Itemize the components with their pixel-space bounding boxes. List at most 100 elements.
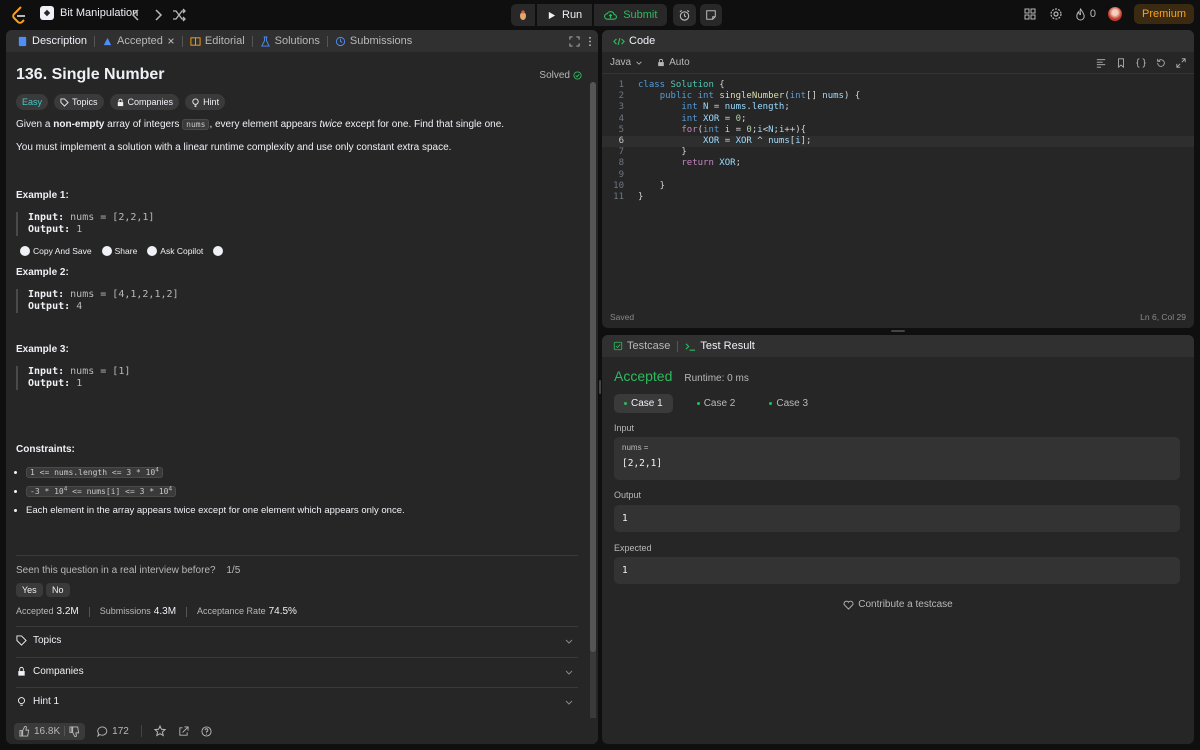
close-icon[interactable] <box>167 37 175 45</box>
submissions-stat-label: Submissions <box>99 606 151 616</box>
case-tab-3[interactable]: Case 3 <box>759 394 818 413</box>
tab-accepted-label: Accepted <box>117 35 163 47</box>
chevron-down-icon <box>635 59 643 67</box>
code-line: 9 <box>618 169 624 180</box>
tab-accepted[interactable]: Accepted <box>97 35 180 47</box>
book-icon <box>190 36 201 47</box>
prev-problem-chevron-left-icon[interactable] <box>128 7 144 23</box>
notes-button[interactable] <box>700 4 723 26</box>
problem-requirement: You must implement a solution with a lin… <box>16 142 452 153</box>
accepted-stat: Accepted 3.2M <box>16 606 79 617</box>
tab-code[interactable]: Code <box>608 35 660 47</box>
auto-mode-toggle[interactable]: Auto <box>657 57 690 68</box>
tab-solutions[interactable]: Solutions <box>255 35 325 47</box>
streak-counter[interactable]: 0 <box>1075 7 1096 21</box>
companies-chip-label: Companies <box>127 97 174 107</box>
code-line: 10 } <box>613 180 666 191</box>
copy-label: Copy And Save <box>33 246 92 256</box>
tab-testcase[interactable]: Testcase <box>608 340 675 352</box>
case-label: Case 3 <box>776 398 809 409</box>
leetcode-logo-icon[interactable] <box>10 5 30 25</box>
code-editor[interactable]: 1 class Solution { 2 public int singleNum… <box>602 76 1194 306</box>
run-button[interactable]: Run <box>537 4 593 26</box>
panel-resize-handle-vertical[interactable] <box>599 380 601 394</box>
desc-text: , every element appears <box>209 119 320 130</box>
submit-button[interactable]: Submit <box>594 4 668 26</box>
premium-button[interactable]: Premium <box>1133 4 1194 24</box>
example-input: nums = [4,1,2,1,2] <box>70 289 179 300</box>
output-label: Output: <box>28 301 71 312</box>
panel-resize-handle-horizontal[interactable] <box>891 330 905 332</box>
tab-submissions[interactable]: Submissions <box>330 35 417 47</box>
example-output: 1 <box>76 378 83 389</box>
next-problem-chevron-right-icon[interactable] <box>150 7 166 23</box>
copy-and-save-button[interactable]: Copy And Save <box>20 246 92 256</box>
yes-button[interactable]: Yes <box>16 583 43 597</box>
hint-chip-label: Hint <box>203 97 220 107</box>
topics-chip[interactable]: Topics <box>54 94 104 110</box>
external-link-icon[interactable] <box>178 725 189 737</box>
settings-gear-icon[interactable] <box>1049 7 1063 21</box>
thumbs-down-icon[interactable] <box>69 725 80 737</box>
bug-icon <box>517 9 529 21</box>
copilot-label: Ask Copilot <box>160 246 204 256</box>
ask-copilot-button[interactable]: Ask Copilot <box>147 246 203 256</box>
play-icon <box>547 11 556 20</box>
contribute-label: Contribute a testcase <box>858 599 953 610</box>
language-select[interactable]: Java <box>610 57 643 68</box>
code-line: 2 public int singleNumber(int[] nums) { <box>618 91 861 102</box>
example-input: nums = [2,2,1] <box>70 212 155 223</box>
random-problem-shuffle-icon[interactable] <box>171 7 187 23</box>
more-options-icon[interactable] <box>588 36 592 47</box>
constraint-code: 1 <= nums.length <= 3 * 10 <box>30 467 156 477</box>
case-tab-1[interactable]: Case 1 <box>614 394 673 413</box>
timer-button[interactable] <box>673 4 697 26</box>
hint-chip[interactable]: Hint <box>185 94 226 110</box>
constraint-item: Each element in the array appears twice … <box>26 505 566 516</box>
accordion-hint[interactable]: Hint 1 <box>16 696 578 707</box>
accordion-companies[interactable]: Companies <box>16 666 578 677</box>
scrollbar-thumb[interactable] <box>590 82 596 652</box>
comment-bubble-icon <box>97 725 108 737</box>
tab-editorial-label: Editorial <box>204 35 245 47</box>
debug-button[interactable] <box>511 4 535 26</box>
curly-braces-icon[interactable] <box>1136 57 1146 68</box>
format-lines-icon[interactable] <box>1096 58 1106 68</box>
result-summary: Accepted Runtime: 0 ms <box>614 368 749 384</box>
share-button[interactable]: Share <box>101 246 137 256</box>
language-label: Java <box>610 57 632 68</box>
input-label: Input: <box>28 212 65 223</box>
tab-description[interactable]: Description <box>12 35 92 47</box>
expand-icon[interactable] <box>569 35 580 47</box>
case-tab-2[interactable]: Case 2 <box>687 394 746 413</box>
tab-test-result[interactable]: Test Result <box>680 340 759 352</box>
code-line: 7 } <box>618 147 687 158</box>
no-button[interactable]: No <box>46 583 70 597</box>
accordion-topics[interactable]: Topics <box>16 635 578 646</box>
code-line: 8 return XOR; <box>618 158 741 169</box>
save-status: Saved <box>610 312 635 322</box>
note-icon <box>705 9 717 21</box>
reset-icon[interactable] <box>1156 58 1166 68</box>
companies-chip[interactable]: Companies <box>109 94 180 110</box>
like-count: 16.8K <box>34 725 61 737</box>
chevron-down-icon <box>564 697 574 707</box>
more-actions-button[interactable] <box>213 246 224 256</box>
bottom-actions-bar: 16.8K 172 <box>6 718 598 744</box>
bookmark-icon[interactable] <box>1116 57 1126 68</box>
list-icon <box>40 6 54 20</box>
tab-editorial[interactable]: Editorial <box>185 35 250 47</box>
tab-test-result-label: Test Result <box>700 340 755 352</box>
maximize-icon[interactable] <box>1176 57 1186 68</box>
layout-grid-icon[interactable] <box>1023 7 1037 21</box>
output-box: 1 <box>614 505 1180 532</box>
star-icon[interactable] <box>153 725 166 737</box>
comments-button[interactable]: 172 <box>97 726 129 737</box>
thumbs-up-icon[interactable] <box>19 725 30 737</box>
help-circle-icon[interactable] <box>201 725 212 737</box>
user-avatar[interactable] <box>1107 7 1122 21</box>
problem-list-button[interactable]: Bit Manipulation <box>40 6 138 20</box>
contribute-testcase-button[interactable]: Contribute a testcase <box>602 599 1194 610</box>
input-section-label: Input <box>614 423 635 433</box>
problem-title[interactable]: 136. Single Number <box>16 66 582 84</box>
